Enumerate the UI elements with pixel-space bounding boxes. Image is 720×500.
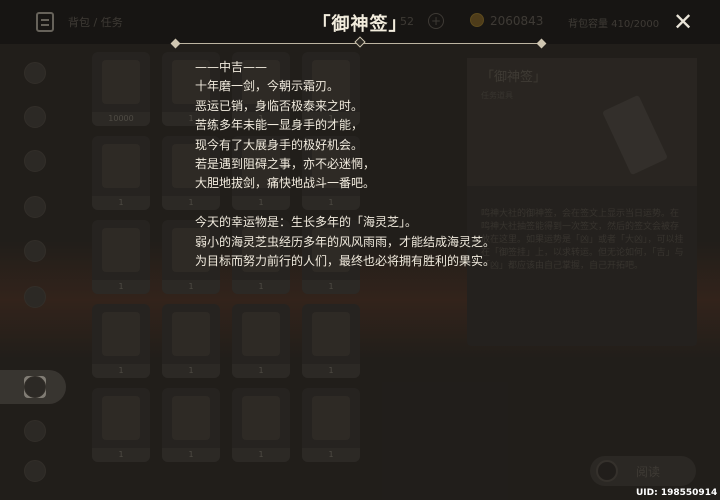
fortune-line: 弱小的海灵芝虫经历多年的风风雨雨，才能结成海灵芝。 (195, 234, 496, 249)
modal-title: 「御神签」 (312, 14, 408, 35)
fortune-line: 现今有了大展身手的极好机会。 (195, 137, 364, 152)
fortune-rank: ——中吉—— (195, 60, 268, 74)
close-icon[interactable]: ✕ (670, 10, 696, 36)
fortune-line: 若是遇到阻碍之事，亦不必迷惘， (195, 157, 376, 172)
fortune-text: ——中吉—— 十年磨一剑，今朝示霜刃。 恶运已销，身临否极泰来之时。 苦练多年未… (195, 58, 555, 271)
fortune-line: 为目标而努力前行的人们，最终也必将拥有胜利的果实。 (195, 254, 496, 269)
fortune-line: 大胆地拔剑，痛快地战斗一番吧。 (195, 176, 376, 191)
player-uid: UID: 198550914 (636, 488, 718, 498)
fortune-line: 恶运已销，身临否极泰来之时。 (195, 98, 364, 113)
fortune-line: 十年磨一剑，今朝示霜刃。 (195, 79, 340, 94)
lucky-item-line: 今天的幸运物是：生长多年的「海灵芝」。 (195, 215, 418, 230)
fortune-line: 苦练多年未能一显身手的才能， (195, 118, 364, 133)
